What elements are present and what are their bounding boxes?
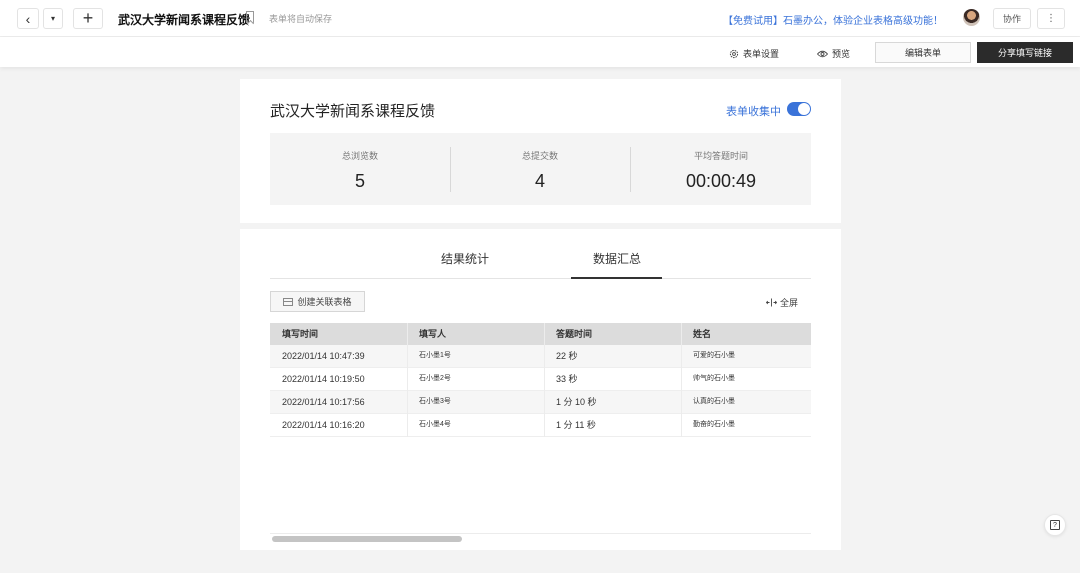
fullscreen-button[interactable]: 全屏 [766,296,798,309]
form-settings-label: 表单设置 [743,49,780,59]
promo-link[interactable]: 【免费试用】石墨办公，体验企业表格高级功能！ [723,12,943,27]
stat-label: 总浏览数 [341,151,378,161]
help-icon: ? [1050,520,1060,530]
column-header[interactable]: 答题时间 [544,323,681,345]
stat-value: 4 [534,171,545,191]
column-header[interactable]: 填写时间 [270,323,407,345]
active-tab-indicator [571,277,662,279]
avatar[interactable] [963,9,980,26]
cell-name: 帅气的石小墨 [693,375,735,382]
document-title[interactable]: 武汉大学新闻系课程反馈 [118,11,250,28]
expand-icon [766,298,777,307]
edit-form-button[interactable]: 编辑表单 [875,42,971,63]
cell-submitter: 石小墨4号 [419,421,451,428]
bookmark-icon[interactable] [246,11,254,23]
cell-name: 认真的石小墨 [693,398,735,405]
cell-name: 可爱的石小墨 [693,352,735,359]
preview-button[interactable]: 预览 [817,47,850,60]
tab-statistics[interactable]: 结果统计 [441,250,489,267]
stat-views: 总浏览数 5 [270,133,450,205]
back-button[interactable]: ‹ [17,8,39,29]
stat-avg-time: 平均答题时间 00:00:49 [631,133,811,205]
collecting-toggle[interactable] [787,102,811,116]
plus-icon: + [82,8,94,28]
cell-duration: 22 秒 [556,351,578,361]
cell-submit-time: 2022/01/14 10:16:20 [282,420,365,430]
stat-value: 5 [354,171,365,191]
table-header: 填写时间 填写人 答题时间 姓名 [270,323,811,345]
column-header[interactable]: 姓名 [681,323,811,345]
gear-icon [729,49,739,58]
column-divider [407,323,408,437]
help-button[interactable]: ? [1044,514,1066,536]
stat-value: 00:00:49 [685,171,757,191]
stats-panel: 总浏览数 5 总提交数 4 平均答题时间 00:00:49 [270,133,811,205]
back-icon: ‹ [25,10,31,27]
history-dropdown-button[interactable]: ▾ [43,8,63,29]
form-settings-button[interactable]: 表单设置 [729,47,779,60]
table-row[interactable]: 2022/01/14 10:17:56 石小墨3号 1 分 10 秒 认真的石小… [270,391,811,414]
cell-submit-time: 2022/01/14 10:47:39 [282,351,365,361]
cell-submitter: 石小墨1号 [419,352,451,359]
collab-button[interactable]: 协作 [993,8,1031,29]
preview-label: 预览 [832,49,851,59]
tabs-divider [270,278,811,279]
stat-label: 平均答题时间 [693,151,748,161]
cell-submitter: 石小墨2号 [419,375,451,382]
share-link-button[interactable]: 分享填写链接 [977,42,1073,63]
cell-submit-time: 2022/01/14 10:19:50 [282,374,365,384]
table-icon [283,297,294,306]
fullscreen-label: 全屏 [780,298,799,308]
table-row[interactable]: 2022/01/14 10:16:20 石小墨4号 1 分 11 秒 勤奋的石小… [270,414,811,437]
cell-submit-time: 2022/01/14 10:17:56 [282,397,365,407]
table-row[interactable]: 2022/01/14 10:19:50 石小墨2号 33 秒 帅气的石小墨 [270,368,811,391]
autosave-status: 表单将自动保存 [269,14,333,24]
column-header[interactable]: 填写人 [407,323,544,345]
chevron-down-icon: ▾ [50,14,55,23]
collecting-status-label: 表单收集中 [726,106,781,118]
cell-submitter: 石小墨3号 [419,398,451,405]
new-button[interactable]: + [73,8,103,29]
create-linked-table-label: 创建关联表格 [297,297,352,307]
create-linked-table-button[interactable]: 创建关联表格 [270,291,365,312]
eye-icon [817,50,828,57]
cell-duration: 33 秒 [556,374,578,384]
column-divider [544,323,545,437]
page-title: 武汉大学新闻系课程反馈 [270,103,436,120]
more-icon: ⋮ [1046,13,1056,24]
column-divider [681,323,682,437]
cell-duration: 1 分 11 秒 [556,420,596,430]
table-row[interactable]: 2022/01/14 10:47:39 石小墨1号 22 秒 可爱的石小墨 [270,345,811,368]
cell-name: 勤奋的石小墨 [693,421,735,428]
cell-duration: 1 分 10 秒 [556,397,597,407]
horizontal-scrollbar-thumb[interactable] [272,536,462,542]
stat-submissions: 总提交数 4 [450,133,630,205]
tab-data-summary[interactable]: 数据汇总 [593,250,641,267]
stat-label: 总提交数 [521,151,558,161]
more-button[interactable]: ⋮ [1037,8,1065,29]
